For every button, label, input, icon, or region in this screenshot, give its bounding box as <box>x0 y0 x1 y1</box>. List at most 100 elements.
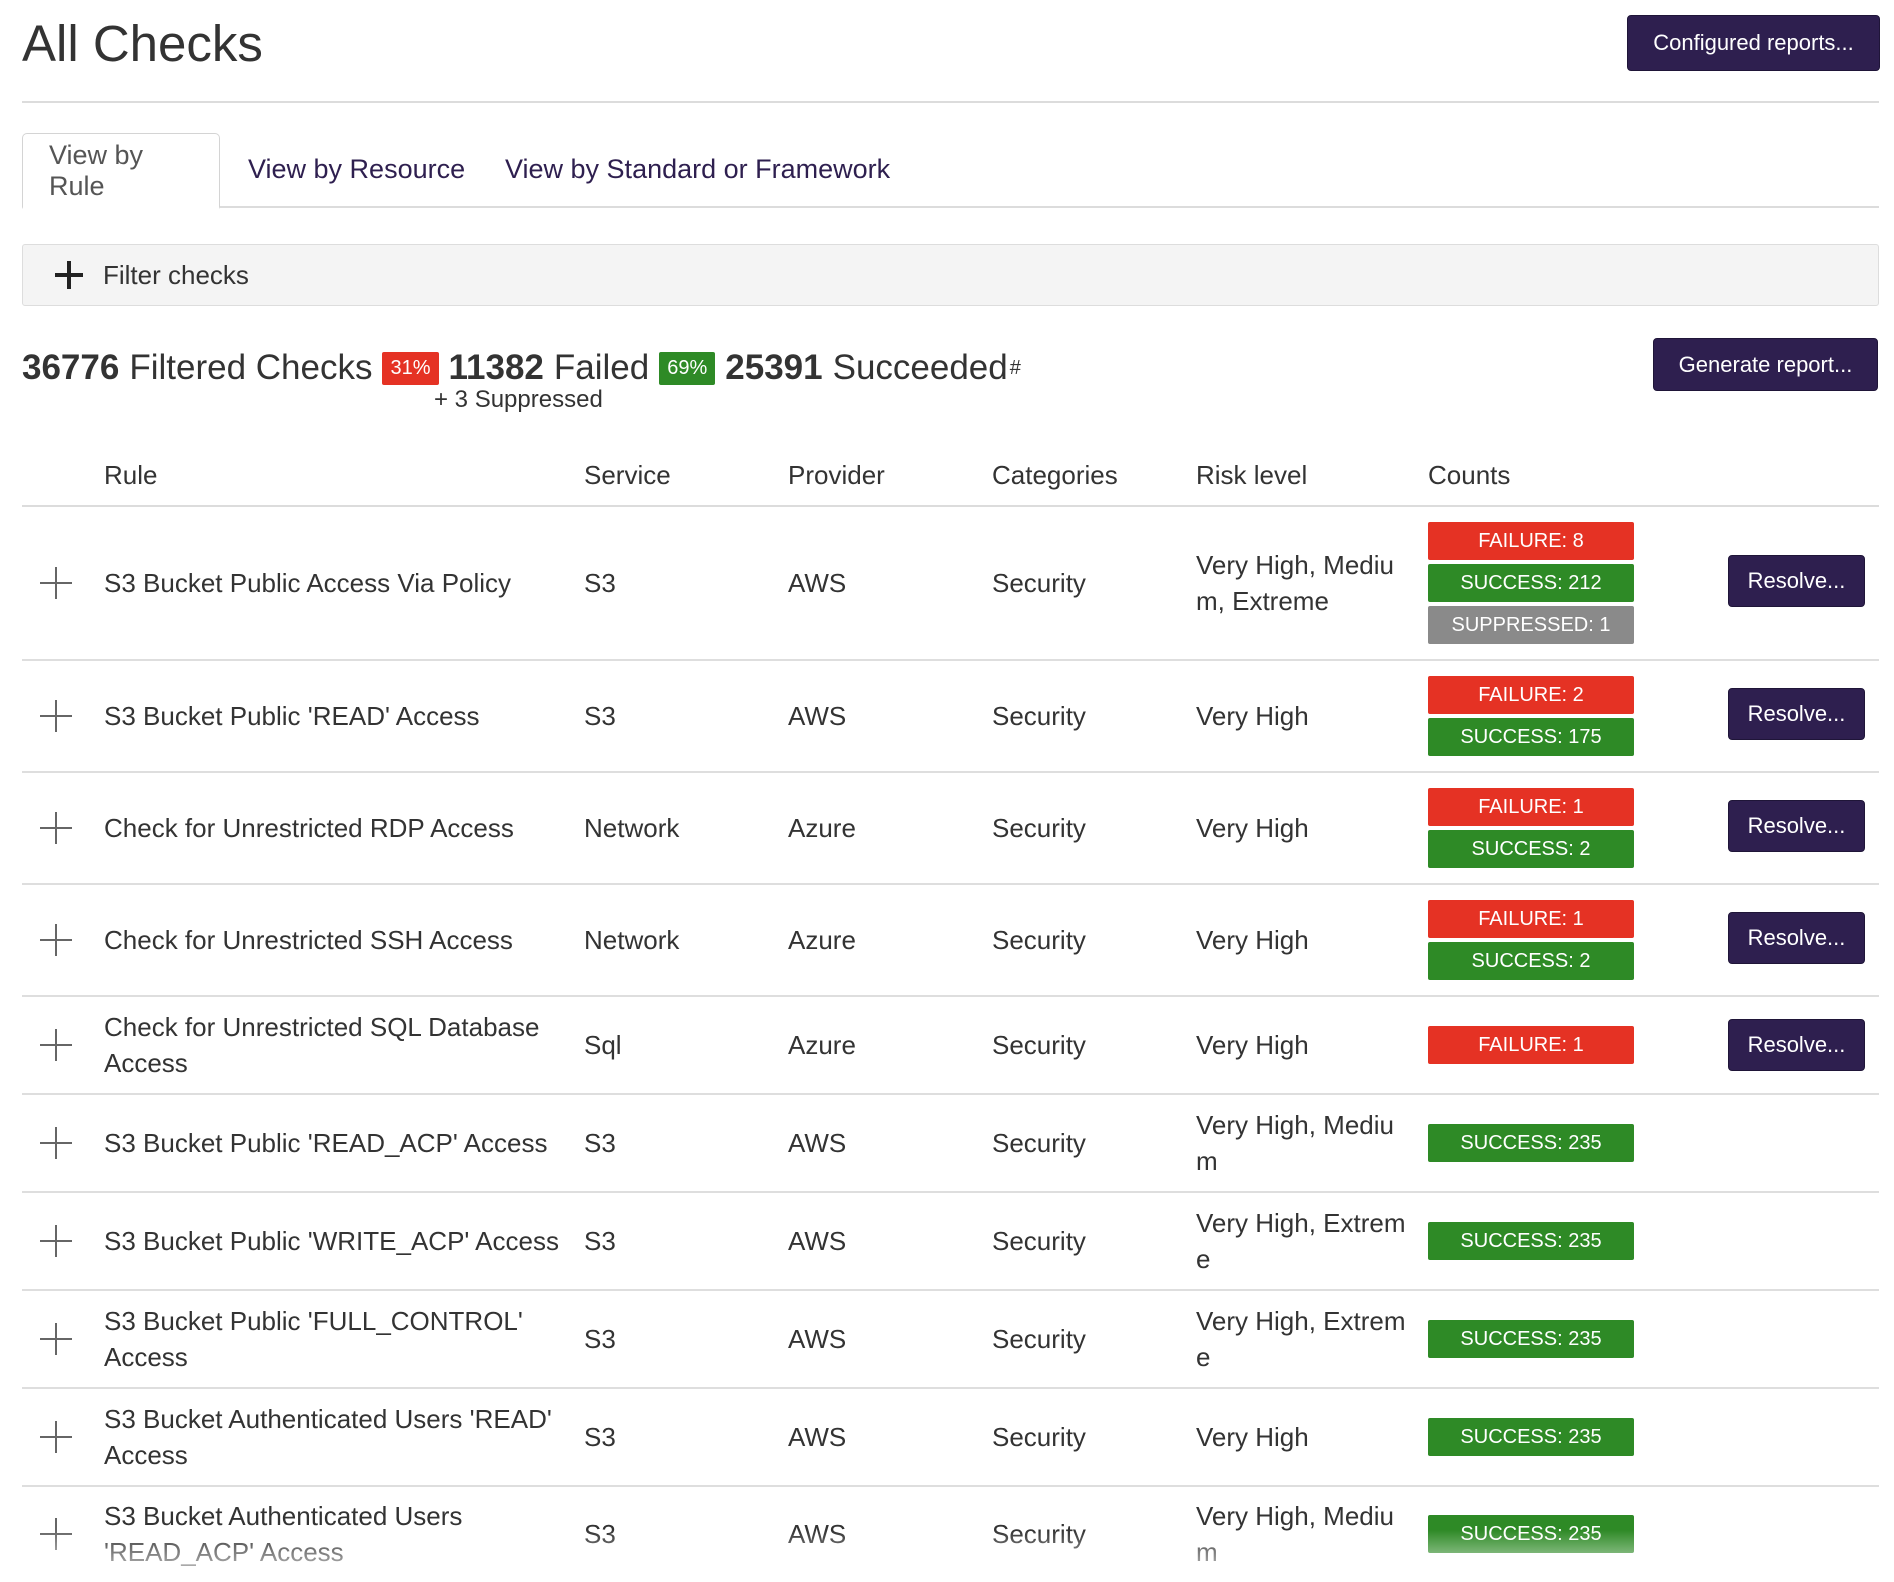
success-count-badge[interactable]: SUCCESS: 235 <box>1428 1124 1634 1162</box>
risk-level: Very High <box>1196 1422 1309 1452</box>
generate-report-button[interactable]: Generate report... <box>1653 338 1878 391</box>
provider: AWS <box>788 1519 847 1549</box>
failed-label: Failed <box>553 348 650 387</box>
expand-plus-icon[interactable] <box>38 1223 74 1259</box>
category: Security <box>992 925 1086 955</box>
expand-plus-icon[interactable] <box>38 922 74 958</box>
table-row: Check for Unrestricted SQL Database Acce… <box>22 997 1879 1095</box>
success-count-badge[interactable]: SUCCESS: 2 <box>1428 942 1634 980</box>
resolve-button[interactable]: Resolve... <box>1728 555 1865 607</box>
expand-plus-icon[interactable] <box>38 565 74 601</box>
service: Network <box>584 813 680 843</box>
category: Security <box>992 701 1086 731</box>
rule-name: Check for Unrestricted SQL Database Acce… <box>104 1012 540 1078</box>
filtered-count: 36776 <box>22 348 120 387</box>
counts: SUCCESS: 235 <box>1428 1193 1636 1289</box>
rule-name: Check for Unrestricted SSH Access <box>104 925 513 955</box>
succeeded-count: 25391 <box>725 348 823 387</box>
failed-count: 11382 <box>448 348 544 387</box>
counts: FAILURE: 1 SUCCESS: 2 <box>1428 885 1636 995</box>
counts: FAILURE: 2 SUCCESS: 175 <box>1428 661 1636 771</box>
tab-view-by-standard[interactable]: View by Standard or Framework <box>505 133 890 206</box>
risk-level: Very High, Extreme <box>1196 1208 1406 1274</box>
expand-plus-icon[interactable] <box>38 810 74 846</box>
column-header-provider[interactable]: Provider <box>788 445 885 505</box>
rule-name: S3 Bucket Public 'WRITE_ACP' Access <box>104 1226 559 1256</box>
column-header-risk-level[interactable]: Risk level <box>1196 445 1307 505</box>
provider: AWS <box>788 1324 847 1354</box>
rule-name: S3 Bucket Authenticated Users 'READ_ACP'… <box>104 1501 463 1567</box>
all-checks-page: All Checks Configured reports... View by… <box>0 0 1894 1582</box>
service: S3 <box>584 1226 616 1256</box>
resolve-button[interactable]: Resolve... <box>1728 800 1865 852</box>
provider: AWS <box>788 1422 847 1452</box>
expand-plus-icon[interactable] <box>38 1321 74 1357</box>
filtered-label: Filtered Checks <box>129 348 373 387</box>
failure-count-badge[interactable]: FAILURE: 2 <box>1428 676 1634 714</box>
rule-name: S3 Bucket Public 'FULL_CONTROL' Access <box>104 1306 523 1372</box>
expand-plus-icon[interactable] <box>38 698 74 734</box>
category: Security <box>992 1128 1086 1158</box>
expand-plus-icon[interactable] <box>38 1419 74 1455</box>
configured-reports-button[interactable]: Configured reports... <box>1627 15 1880 71</box>
failure-count-badge[interactable]: FAILURE: 1 <box>1428 900 1634 938</box>
rule-name: S3 Bucket Public 'READ' Access <box>104 701 480 731</box>
tab-label: View by Standard or Framework <box>505 154 891 184</box>
failure-count-badge[interactable]: FAILURE: 8 <box>1428 522 1634 560</box>
column-header-categories[interactable]: Categories <box>992 445 1118 505</box>
success-count-badge[interactable]: SUCCESS: 212 <box>1428 564 1634 602</box>
risk-level: Very High, Medium, Extreme <box>1196 550 1394 616</box>
table-row: S3 Bucket Public 'READ_ACP' Access S3 AW… <box>22 1095 1879 1193</box>
failure-count-badge[interactable]: FAILURE: 1 <box>1428 1026 1634 1064</box>
service: S3 <box>584 701 616 731</box>
success-count-badge[interactable]: SUCCESS: 2 <box>1428 830 1634 868</box>
tab-view-by-resource[interactable]: View by Resource <box>248 133 465 206</box>
service: Sql <box>584 1030 622 1060</box>
risk-level: Very High <box>1196 1030 1309 1060</box>
counts: FAILURE: 1 SUCCESS: 2 <box>1428 773 1636 883</box>
table-row: S3 Bucket Authenticated Users 'READ' Acc… <box>22 1389 1879 1487</box>
counts: FAILURE: 8 SUCCESS: 212 SUPPRESSED: 1 <box>1428 507 1636 659</box>
suppressed-count-badge[interactable]: SUPPRESSED: 1 <box>1428 606 1634 644</box>
category: Security <box>992 1519 1086 1549</box>
provider: AWS <box>788 568 847 598</box>
table-header: Rule Service Provider Categories Risk le… <box>22 445 1879 507</box>
success-count-badge[interactable]: SUCCESS: 175 <box>1428 718 1634 756</box>
provider: AWS <box>788 1128 847 1158</box>
tab-label: View by Rule <box>49 139 144 201</box>
success-count-badge[interactable]: SUCCESS: 235 <box>1428 1418 1634 1456</box>
filter-checks-toggle[interactable]: Filter checks <box>22 244 1879 306</box>
counts: FAILURE: 1 <box>1428 997 1636 1093</box>
table-row: S3 Bucket Public 'WRITE_ACP' Access S3 A… <box>22 1193 1879 1291</box>
provider: Azure <box>788 813 856 843</box>
resolve-button[interactable]: Resolve... <box>1728 688 1865 740</box>
risk-level: Very High <box>1196 925 1309 955</box>
category: Security <box>992 1324 1086 1354</box>
resolve-button[interactable]: Resolve... <box>1728 912 1865 964</box>
failure-count-badge[interactable]: FAILURE: 1 <box>1428 788 1634 826</box>
tab-label: View by Resource <box>248 154 466 184</box>
column-header-rule[interactable]: Rule <box>104 445 157 505</box>
column-header-service[interactable]: Service <box>584 445 671 505</box>
success-count-badge[interactable]: SUCCESS: 235 <box>1428 1320 1634 1358</box>
tab-view-by-rule[interactable]: View by Rule <box>22 133 220 209</box>
service: S3 <box>584 1128 616 1158</box>
suppressed-note: + 3 Suppressed <box>434 386 603 413</box>
table-row: S3 Bucket Public 'FULL_CONTROL' Access S… <box>22 1291 1879 1389</box>
service: S3 <box>584 1422 616 1452</box>
success-count-badge[interactable]: SUCCESS: 235 <box>1428 1515 1634 1553</box>
footnote-mark: # <box>1009 356 1021 379</box>
provider: Azure <box>788 925 856 955</box>
counts: SUCCESS: 235 <box>1428 1095 1636 1191</box>
provider: Azure <box>788 1030 856 1060</box>
success-count-badge[interactable]: SUCCESS: 235 <box>1428 1222 1634 1260</box>
category: Security <box>992 1226 1086 1256</box>
expand-plus-icon[interactable] <box>38 1125 74 1161</box>
expand-plus-icon[interactable] <box>38 1027 74 1063</box>
provider: AWS <box>788 701 847 731</box>
counts: SUCCESS: 235 <box>1428 1291 1636 1387</box>
risk-level: Very High <box>1196 813 1309 843</box>
resolve-button[interactable]: Resolve... <box>1728 1019 1865 1071</box>
category: Security <box>992 1030 1086 1060</box>
expand-plus-icon[interactable] <box>38 1516 74 1552</box>
